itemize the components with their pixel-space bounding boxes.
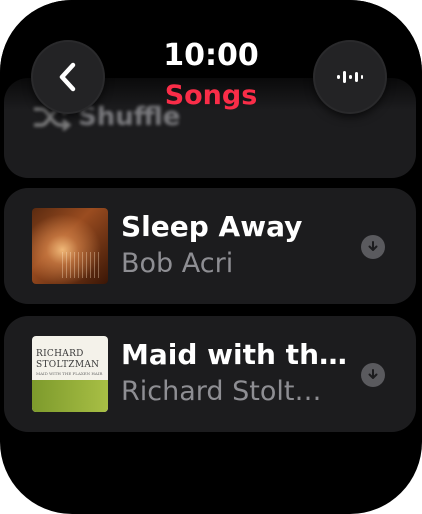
chevron-left-icon: [59, 62, 76, 92]
song-artist: Bob Acri: [121, 248, 234, 279]
album-art: [32, 208, 108, 284]
watch-screen: Shuffle 10:00 Songs Sleep Away Bob Acri: [0, 0, 422, 514]
download-icon: [361, 363, 385, 387]
album-art-text: STOLTZMAN: [36, 360, 100, 370]
song-artist: Richard Stolt…: [121, 376, 322, 407]
song-title: Sleep Away: [121, 210, 303, 243]
song-title: Maid with th…: [121, 338, 347, 371]
now-playing-button[interactable]: [315, 42, 385, 112]
album-art-text: MAID WITH THE FLAXEN HAIR: [36, 371, 103, 376]
back-button[interactable]: [33, 42, 103, 112]
album-art-text: RICHARD: [36, 349, 84, 359]
waveform-icon: [337, 71, 363, 83]
download-icon: [361, 235, 385, 259]
album-art-band: [32, 380, 108, 412]
album-art: RICHARD STOLTZMAN MAID WITH THE FLAXEN H…: [32, 336, 108, 412]
song-row[interactable]: RICHARD STOLTZMAN MAID WITH THE FLAXEN H…: [4, 316, 416, 432]
song-row[interactable]: Sleep Away Bob Acri: [4, 188, 416, 304]
album-art-detail: [62, 252, 102, 278]
